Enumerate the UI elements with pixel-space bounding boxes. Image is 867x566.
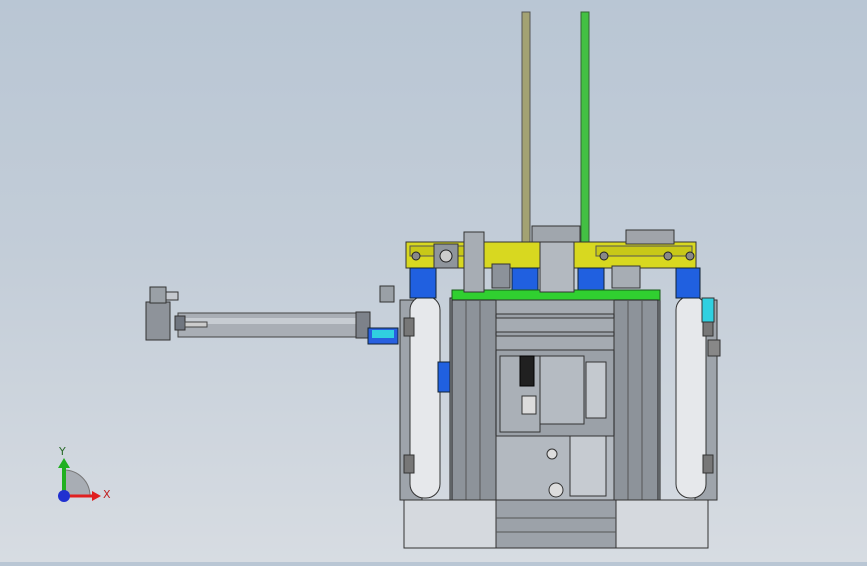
blue-block-left: [409, 267, 437, 299]
blue-block-right: [675, 267, 701, 299]
rod-olive: [521, 11, 531, 253]
triad-y-arrow: [58, 458, 70, 468]
base-block: [403, 499, 709, 549]
central-frame: [449, 289, 661, 501]
left-side-plate: [399, 295, 451, 501]
right-side-plate: [675, 295, 721, 501]
blue-block-mid2: [577, 267, 605, 293]
triad-x-arrow: [92, 491, 101, 501]
coordinate-triad: Y X: [58, 445, 111, 502]
cad-viewport[interactable]: Y X: [0, 0, 867, 562]
blue-block-mid: [511, 267, 539, 293]
triad-x-label: X: [103, 488, 111, 501]
cad-model-view: Y X: [58, 11, 721, 549]
left-pneumatic-cylinder: [145, 285, 399, 345]
triad-z-axis-dot: [58, 490, 70, 502]
rod-green: [580, 11, 590, 253]
triad-y-label: Y: [58, 445, 66, 458]
